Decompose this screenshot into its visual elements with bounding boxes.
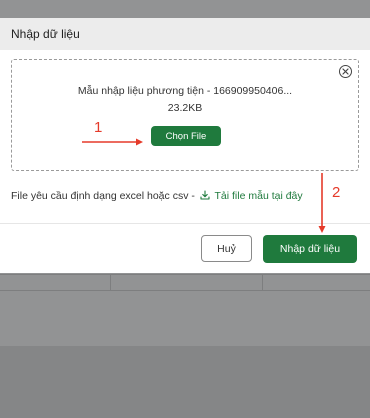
step1-arrow — [82, 138, 143, 146]
annotation-arrows — [82, 138, 326, 233]
step1-label: 1 — [94, 119, 103, 136]
step2-label: 2 — [332, 184, 341, 201]
step2-arrow — [318, 173, 326, 233]
